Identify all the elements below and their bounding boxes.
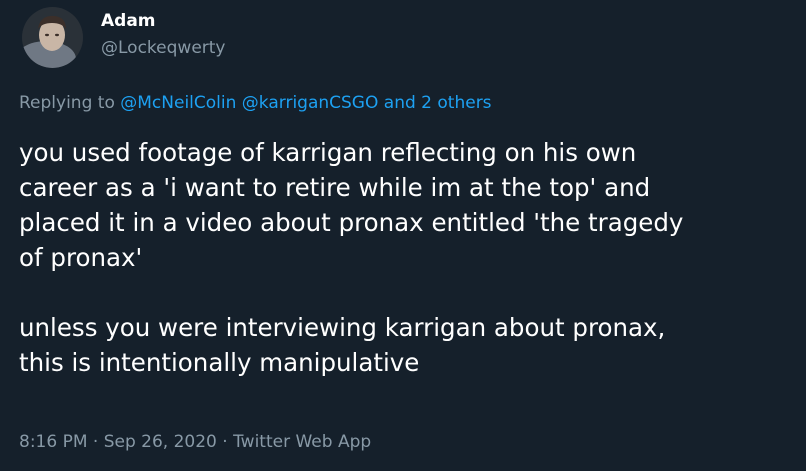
mention-link[interactable]: @McNeilColin <box>120 93 236 113</box>
avatar[interactable] <box>22 7 83 68</box>
tweet-date[interactable]: Sep 26, 2020 <box>104 432 217 452</box>
meta-separator: · <box>92 432 99 452</box>
author-handle[interactable]: @Lockeqwerty <box>101 37 226 59</box>
tweet-card: Adam @Lockeqwerty Replying to @McNeilCol… <box>0 0 806 471</box>
reply-context: Replying to @McNeilColin @karriganCSGO a… <box>19 92 492 114</box>
avatar-image <box>22 7 83 68</box>
mention-link[interactable]: @karriganCSGO <box>242 93 379 113</box>
meta-separator: · <box>222 432 228 452</box>
tweet-time[interactable]: 8:16 PM <box>19 432 88 452</box>
tweet-metadata: 8:16 PM · Sep 26, 2020 · Twitter Web App <box>19 431 371 453</box>
reply-prefix: Replying to <box>19 93 115 113</box>
tweet-source[interactable]: Twitter Web App <box>233 432 371 452</box>
others-link[interactable]: 2 others <box>421 93 491 113</box>
author-display-name[interactable]: Adam <box>101 10 156 32</box>
reply-conjunction: and <box>383 93 416 113</box>
tweet-text: you used footage of karrigan reflecting … <box>19 138 684 377</box>
